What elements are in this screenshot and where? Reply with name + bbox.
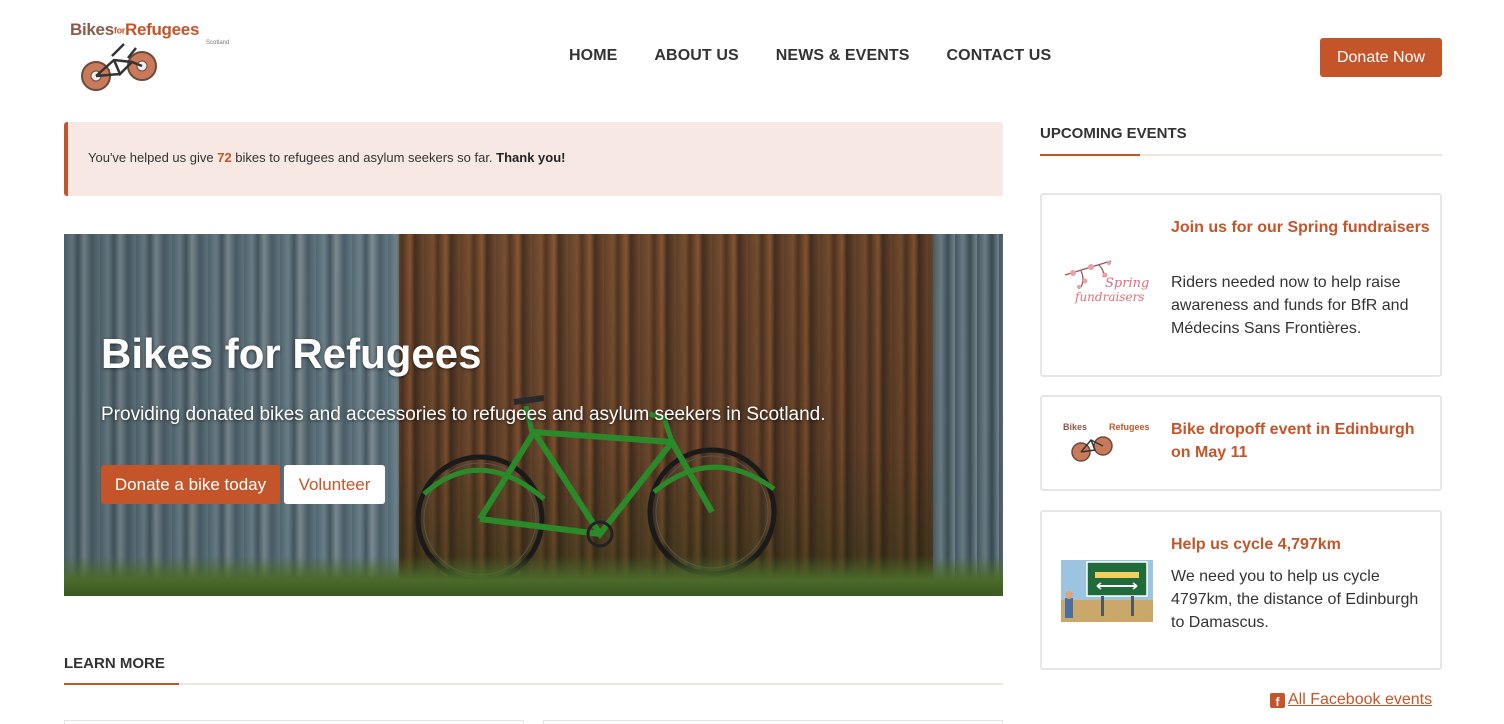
upcoming-events-heading: UPCOMING EVENTS (1040, 125, 1187, 142)
alert-thanks: Thank you! (496, 150, 566, 165)
nav-home[interactable]: HOME (569, 47, 617, 65)
event-description: Riders needed now to help raise awarenes… (1171, 274, 1409, 337)
svg-text:Refugees: Refugees (1109, 422, 1150, 432)
site-logo[interactable]: BikesforRefugees Scotland (66, 14, 241, 94)
svg-text:fundraisers: fundraisers (1074, 290, 1144, 304)
bicycle-logo-icon (81, 43, 157, 91)
all-facebook-events-link[interactable]: f All Facebook events (1270, 691, 1432, 709)
volunteer-button[interactable]: Volunteer (284, 465, 385, 504)
logo-word-bikes: Bikes (70, 20, 114, 39)
cherry-blossom-icon: Spring fundraisers (1061, 257, 1153, 319)
bikes-count: 72 (217, 150, 232, 165)
hero-title: Bikes for Refugees (101, 330, 482, 377)
alert-text-before: You've helped us give (88, 150, 218, 165)
nav-contact-us[interactable]: CONTACT US (947, 47, 1052, 65)
donate-now-button[interactable]: Donate Now (1320, 38, 1442, 77)
svg-text:Bikes: Bikes (1063, 422, 1087, 432)
logo-word-refugees: Refugees (124, 20, 200, 39)
hero-grass (64, 556, 1003, 596)
learn-more-card[interactable] (64, 720, 524, 724)
nav-news-events[interactable]: NEWS & EVENTS (776, 47, 910, 65)
hero-banner: Bikes for Refugees Providing donated bik… (64, 234, 1003, 596)
facebook-icon: f (1270, 692, 1285, 708)
learn-more-divider (64, 683, 1003, 685)
alert-text-after: bikes to refugees and asylum seekers so … (231, 150, 497, 165)
learn-more-heading: LEARN MORE (64, 655, 165, 672)
upcoming-events-divider (1040, 154, 1442, 156)
logo-subtitle: Scotland (206, 40, 230, 46)
event-title[interactable]: Bike dropoff event in Edinburgh on May 1… (1171, 418, 1431, 464)
event-title[interactable]: Join us for our Spring fundraisers (1171, 216, 1431, 239)
bikes-given-alert: You've helped us give 72 bikes to refuge… (64, 122, 1003, 196)
event-title[interactable]: Help us cycle 4,797km (1171, 533, 1431, 556)
event-card-spring-fundraisers[interactable]: Spring fundraisers Join us for our Sprin… (1040, 193, 1442, 377)
logo-text: BikesforRefugees (70, 20, 199, 40)
event-card-cycle-challenge[interactable]: Help us cycle 4,797km We need you to hel… (1040, 510, 1442, 670)
road-sign-photo-icon (1061, 560, 1153, 622)
donate-bike-button[interactable]: Donate a bike today (101, 465, 280, 504)
event-card-bike-dropoff[interactable]: Bikes Refugees Bike dropoff event in Edi… (1040, 395, 1442, 491)
svg-text:Spring: Spring (1105, 276, 1149, 291)
learn-more-card[interactable] (543, 720, 1003, 724)
facebook-link-label: All Facebook events (1288, 691, 1433, 708)
event-description: We need you to help us cycle 4797km, the… (1171, 568, 1419, 631)
nav-about-us[interactable]: ABOUT US (654, 47, 738, 65)
logo-thumbnail-icon: Bikes Refugees (1061, 414, 1153, 476)
hero-subtitle: Providing donated bikes and accessories … (101, 404, 826, 425)
main-nav: HOME ABOUT US NEWS & EVENTS CONTACT US (569, 47, 1088, 65)
logo-word-for: for (113, 25, 125, 36)
